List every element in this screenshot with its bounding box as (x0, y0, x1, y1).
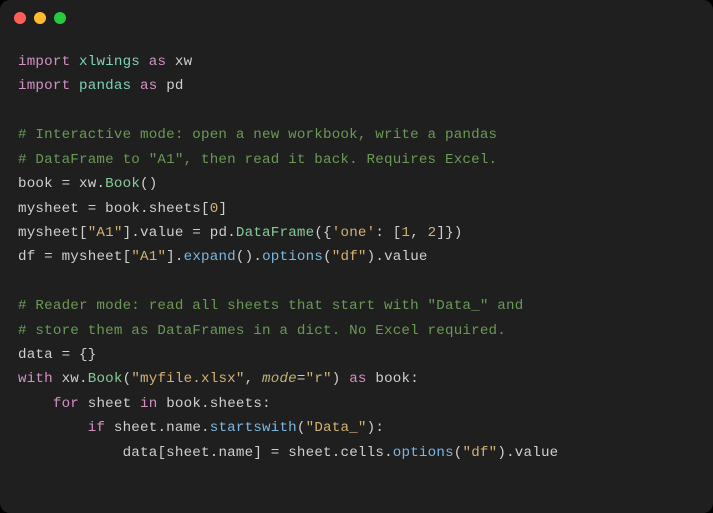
maximize-icon[interactable] (54, 12, 66, 24)
kw-if: if (88, 420, 105, 436)
window-titlebar (0, 0, 713, 36)
kw-as: as (149, 54, 166, 70)
code-window: import xlwings as xw import pandas as pd… (0, 0, 713, 513)
alias-xw: xw (175, 54, 192, 70)
comment-line: # DataFrame to "A1", then read it back. … (18, 152, 497, 168)
var-mysheet: mysheet (18, 201, 79, 217)
code-block: import xlwings as xw import pandas as pd… (0, 36, 713, 483)
comment-line: # Reader mode: read all sheets that star… (18, 298, 523, 314)
cls-book: Book (105, 176, 140, 192)
kw-import: import (18, 54, 70, 70)
var-book: book (18, 176, 53, 192)
kw-with: with (18, 371, 53, 387)
alias-pd: pd (166, 78, 183, 94)
mod-pandas: pandas (79, 78, 131, 94)
mod-xlwings: xlwings (79, 54, 140, 70)
cls-dataframe: DataFrame (236, 225, 314, 241)
kw-import: import (18, 78, 70, 94)
var-df: df (18, 249, 35, 265)
kw-for: for (53, 396, 79, 412)
comment-line: # store them as DataFrames in a dict. No… (18, 323, 506, 339)
minimize-icon[interactable] (34, 12, 46, 24)
comment-line: # Interactive mode: open a new workbook,… (18, 127, 497, 143)
close-icon[interactable] (14, 12, 26, 24)
kw-as: as (140, 78, 157, 94)
var-data: data (18, 347, 53, 363)
